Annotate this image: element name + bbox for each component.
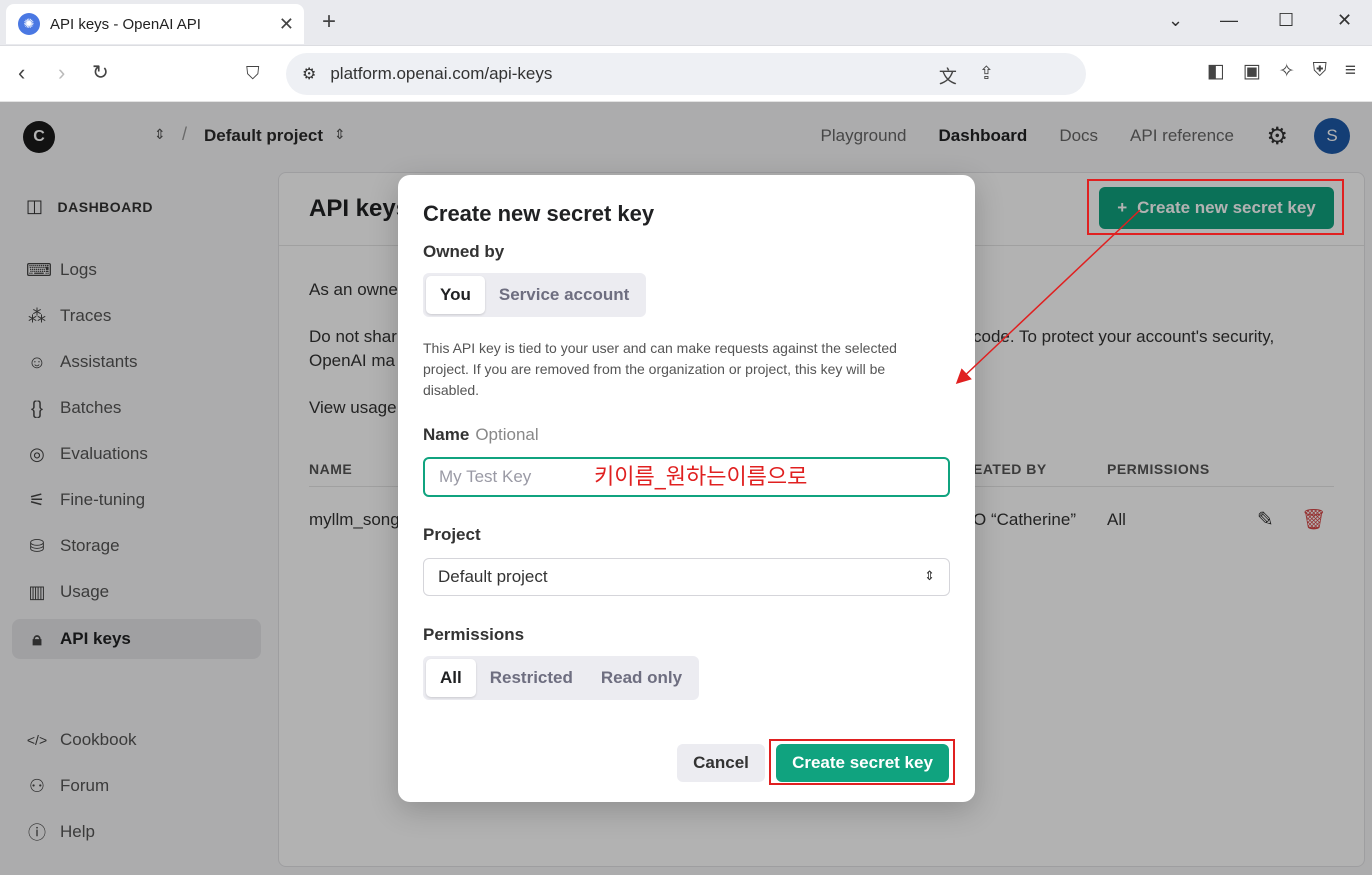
- owned-by-label: Owned by: [423, 242, 505, 261]
- name-optional: Optional: [475, 425, 539, 444]
- owned-by-help-text: This API key is tied to your user and ca…: [423, 340, 897, 398]
- cancel-button[interactable]: Cancel: [677, 744, 765, 782]
- browser-tab[interactable]: ✺ API keys - OpenAI API ✕: [6, 4, 304, 44]
- create-key-modal: Create new secret key Owned by You Servi…: [398, 175, 975, 802]
- copilot-icon[interactable]: ✧: [1279, 60, 1295, 83]
- maximize-icon[interactable]: ☐: [1278, 10, 1294, 31]
- back-icon[interactable]: ‹: [18, 60, 25, 86]
- site-settings-icon[interactable]: ⚙: [302, 64, 316, 84]
- permissions-all[interactable]: All: [426, 659, 476, 697]
- project-label: Project: [423, 525, 481, 544]
- annotation-box-submit-button: [769, 739, 955, 785]
- annotation-text: 키이름_원하는이름으로: [594, 465, 808, 490]
- permissions-label: Permissions: [423, 625, 525, 644]
- browser-tabbar: ✺ API keys - OpenAI API ✕ + ⌄ — ☐ ✕: [0, 0, 1372, 46]
- browser-toolbar: ‹ › ↻ ⛉ ⚙ platform.openai.com/api-keys 文…: [0, 46, 1372, 102]
- tab-list-chevron-icon[interactable]: ⌄: [1168, 10, 1183, 31]
- shield-icon[interactable]: ⛨: [1313, 60, 1327, 83]
- close-tab-icon[interactable]: ✕: [279, 14, 294, 35]
- menu-icon[interactable]: ≡: [1345, 60, 1356, 83]
- forward-icon[interactable]: ›: [58, 60, 65, 86]
- owned-by-you[interactable]: You: [426, 276, 485, 314]
- share-icon[interactable]: ⇪: [979, 63, 994, 89]
- project-select[interactable]: Default project ⇕: [423, 558, 950, 596]
- annotation-box-create-button: [1087, 179, 1344, 235]
- tab-title: API keys - OpenAI API: [50, 15, 201, 33]
- select-chevron-icon: ⇕: [924, 568, 935, 583]
- reload-icon[interactable]: ↻: [92, 60, 109, 86]
- name-label: Name Optional: [423, 425, 539, 444]
- sidebar-icon[interactable]: ◧: [1207, 60, 1225, 83]
- modal-title: Create new secret key: [423, 201, 655, 226]
- permissions-toggle: All Restricted Read only: [423, 656, 700, 700]
- window-close-icon[interactable]: ✕: [1337, 10, 1352, 31]
- address-bar[interactable]: ⚙ platform.openai.com/api-keys 文 ⇪: [286, 53, 1086, 95]
- owned-by-service-account[interactable]: Service account: [485, 276, 643, 314]
- permissions-restricted[interactable]: Restricted: [476, 659, 587, 697]
- owned-by-toggle: You Service account: [423, 273, 647, 317]
- wallet-icon[interactable]: ▣: [1243, 60, 1261, 83]
- permissions-read-only[interactable]: Read only: [587, 659, 696, 697]
- new-tab-icon[interactable]: +: [322, 10, 336, 34]
- translate-icon[interactable]: 文: [939, 63, 957, 89]
- openai-favicon-icon: ✺: [18, 13, 40, 35]
- bookmark-icon[interactable]: ⛉: [246, 60, 260, 86]
- minimize-icon[interactable]: —: [1220, 10, 1238, 31]
- url-text: platform.openai.com/api-keys: [330, 64, 553, 83]
